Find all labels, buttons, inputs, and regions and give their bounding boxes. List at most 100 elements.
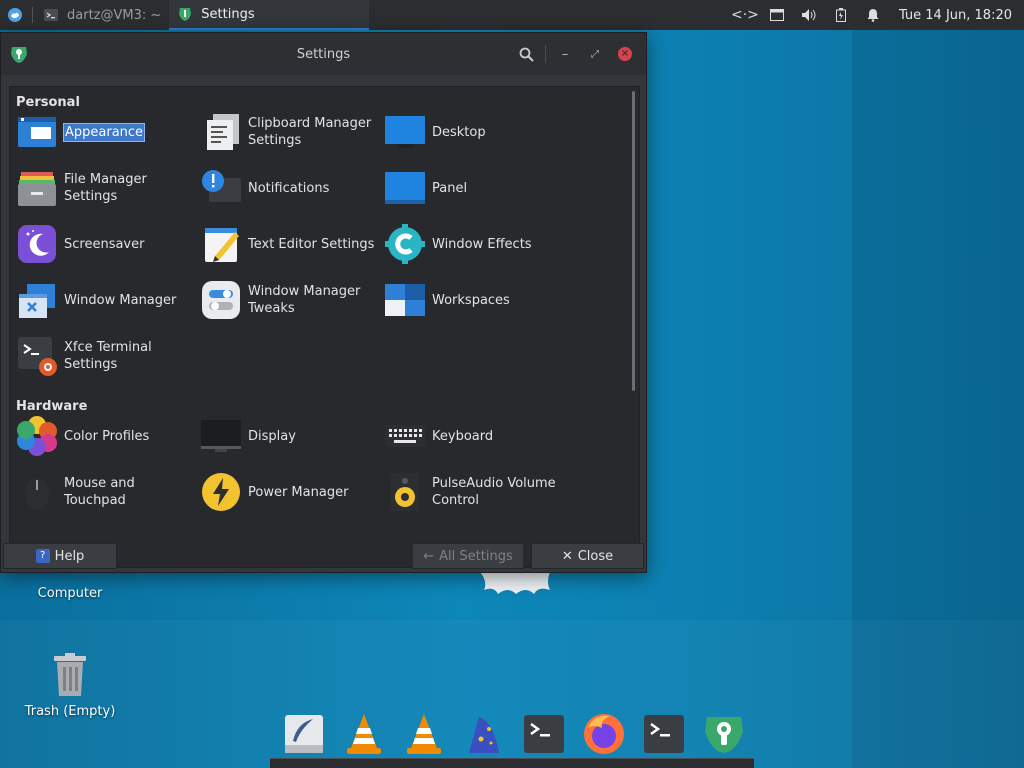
titlebar-separator [545,45,546,63]
desktop-icon [384,111,426,153]
close-button-label: Close [577,548,614,564]
scrollbar[interactable] [632,91,635,391]
settings-item-label: Window Manager [64,292,177,308]
settings-item-label: PulseAudio Volume Control [432,476,556,508]
panel-icon [384,167,426,209]
settings-window: Settings – ⤢ × Personal Appearance Clipb… [0,32,647,573]
settings-item-window-effects[interactable]: Window Effects [384,222,568,266]
settings-item-label: Window Effects [432,236,532,252]
appearance-icon [16,111,58,153]
wm-tweaks-icon [200,279,242,321]
window-app-icon[interactable] [1,44,37,64]
dialog-button-bar: ? Help ← All Settings ✕ Close [1,542,646,572]
all-settings-button-label: All Settings [439,548,513,564]
maximize-button[interactable]: ⤢ [580,39,610,69]
settings-item-label: Desktop [432,124,486,140]
vlc-icon[interactable] [340,710,388,758]
settings-item-label: Xfce Terminal Settings [64,340,152,372]
settings-item-terminal-settings[interactable]: Xfce Terminal Settings [16,334,200,378]
workspaces-icon [384,279,426,321]
settings-item-power-manager[interactable]: Power Manager [200,470,384,514]
help-button[interactable]: ? Help [3,543,117,569]
terminal-settings-icon [16,335,58,377]
taskbar-item-settings[interactable]: Settings [169,0,370,30]
trash-icon [50,652,90,698]
settings-wrench-icon[interactable] [700,710,748,758]
notification-bell-icon[interactable] [857,0,889,30]
settings-item-appearance[interactable]: Appearance [16,110,200,154]
settings-item-window-manager[interactable]: Window Manager [16,278,200,322]
window-effects-icon [384,223,426,265]
settings-item-label: Mouse and Touchpad [64,476,135,508]
settings-item-label: Keyboard [432,428,494,444]
settings-item-label: Screensaver [64,236,145,252]
terminal-icon[interactable] [640,710,688,758]
panel-separator [32,7,33,23]
settings-item-label: Workspaces [432,292,510,308]
network-icon[interactable]: <·> [729,0,761,30]
settings-item-color-profiles[interactable]: Color Profiles [16,414,200,458]
screensaver-icon [16,223,58,265]
section-title-hardware: Hardware [16,399,88,414]
settings-item-clipboard-manager[interactable]: Clipboard Manager Settings [200,110,384,154]
section-title-personal: Personal [16,95,80,110]
desktop-icon-label: Computer [37,586,103,601]
search-button[interactable] [511,39,541,69]
settings-wrench-icon [11,47,27,63]
settings-item-label: Power Manager [248,484,349,500]
desktop-icon-label: Trash (Empty) [24,704,116,719]
wizard-icon[interactable] [460,710,508,758]
settings-item-workspaces[interactable]: Workspaces [384,278,568,322]
minimize-button[interactable]: – [550,39,580,69]
volume-icon[interactable] [793,0,825,30]
settings-item-desktop[interactable]: Desktop [384,110,568,154]
battery-icon[interactable] [825,0,857,30]
vlc-icon[interactable] [400,710,448,758]
pulseaudio-icon [384,471,426,513]
settings-item-wm-tweaks[interactable]: Window Manager Tweaks [200,278,384,322]
settings-item-notifications[interactable]: Notifications [200,166,384,210]
settings-item-screensaver[interactable]: Screensaver [16,222,200,266]
help-button-label: Help [54,548,85,564]
settings-item-label: Color Profiles [64,428,150,444]
wallpaper-mascot-fragment [476,572,556,598]
clipboard-icon [200,111,242,153]
whisker-menu-button[interactable] [0,0,30,30]
terminal-icon[interactable] [520,710,568,758]
arrow-left-icon: ← [423,548,435,564]
settings-wrench-icon [179,8,192,21]
window-manager-icon [16,279,58,321]
color-profiles-icon [16,415,58,457]
taskbar-item-terminal[interactable]: dartz@VM3: ~ [35,0,169,30]
all-settings-button[interactable]: ← All Settings [412,543,524,569]
maximize-icon: ⤢ [591,48,599,60]
settings-item-label: Text Editor Settings [248,236,375,252]
settings-item-panel[interactable]: Panel [384,166,568,210]
clock[interactable]: Tue 14 Jun, 18:20 [889,8,1024,23]
close-button[interactable]: ✕ Close [531,543,644,569]
desktop-icon-trash[interactable]: Trash (Empty) [10,652,130,719]
terminal-icon [44,9,58,21]
settings-item-label: Window Manager Tweaks [248,284,361,316]
taskbar-item-label: Settings [201,6,255,22]
settings-item-mouse[interactable]: Mouse and Touchpad [16,470,200,514]
close-window-button[interactable]: × [610,39,640,69]
taskbar-item-label: dartz@VM3: ~ [67,7,162,23]
search-icon [519,47,534,62]
settings-item-pulseaudio[interactable]: PulseAudio Volume Control [384,470,568,514]
window-titlebar[interactable]: Settings – ⤢ × [1,33,646,75]
close-x-icon: ✕ [561,548,573,564]
desktop-icon-computer[interactable]: Computer [10,586,130,601]
settings-item-keyboard[interactable]: Keyboard [384,414,568,458]
window-list-icon[interactable] [761,0,793,30]
settings-item-text-editor[interactable]: Text Editor Settings [200,222,384,266]
firefox-icon[interactable] [580,710,628,758]
xfce-logo-icon [8,8,22,22]
settings-item-file-manager[interactable]: File Manager Settings [16,166,200,210]
settings-item-label: Clipboard Manager Settings [248,116,372,148]
settings-content: Personal Appearance Clipboard Manager Se… [9,86,640,568]
keyboard-icon [384,415,426,457]
settings-item-display[interactable]: Display [200,414,384,458]
feather-notes-icon[interactable] [280,710,328,758]
settings-item-label: Appearance [62,122,146,142]
